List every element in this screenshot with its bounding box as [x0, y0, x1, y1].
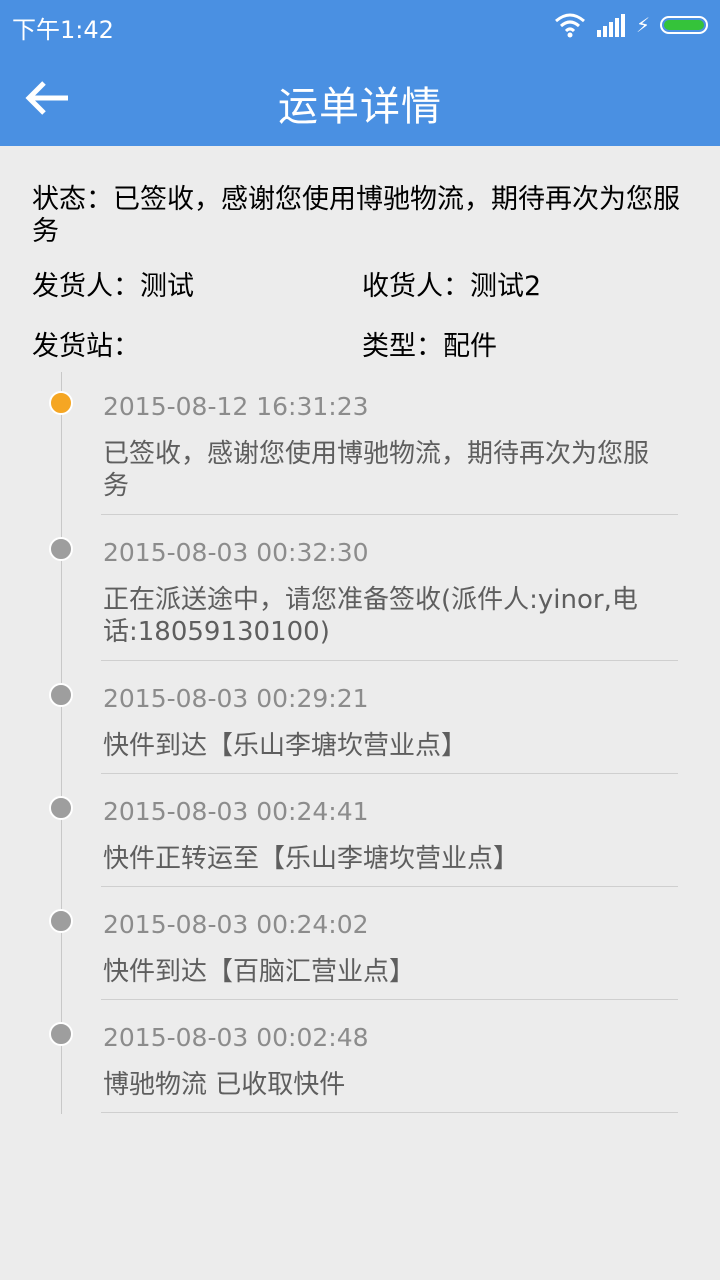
receiver-label: 收货人：测试2 [362, 271, 542, 302]
page-title: 运单详情 [278, 84, 442, 130]
timeline-dot [49, 683, 73, 707]
entry-divider [101, 886, 678, 887]
status-bar: 下午1:42 ⚡ [0, 0, 720, 50]
entry-text: 快件到达【乐山李塘坎营业点】 [103, 731, 468, 761]
entry-time: 2015-08-03 00:32:30 [103, 538, 369, 567]
entry-text: 已签收，感谢您使用博驰物流，期待再次为您服务 [103, 439, 650, 501]
entry-text: 正在派送途中，请您准备签收(派件人:yinor,电话:18059130100) [103, 585, 638, 647]
wifi-icon [554, 13, 585, 38]
station-label: 发货站： [32, 331, 140, 362]
status-text: 状态：已签收，感谢您使用博驰物流，期待再次为您服务 [32, 184, 680, 247]
battery-icon [660, 16, 708, 34]
timeline-dot [49, 537, 73, 561]
shipper-label: 发货人：测试 [32, 271, 194, 302]
entry-time: 2015-08-03 00:24:02 [103, 910, 369, 939]
entry-divider [101, 660, 678, 661]
charging-icon: ⚡ [635, 13, 650, 37]
sender-receiver-row: 发货人：测试 收货人：测试2 [32, 264, 692, 302]
entry-divider [101, 1112, 678, 1113]
status-time: 下午1:42 [12, 16, 114, 44]
status-icons: ⚡ [554, 12, 708, 38]
timeline-dot [49, 796, 73, 820]
timeline-line [61, 372, 62, 1114]
entry-divider [101, 999, 678, 1000]
type-label: 类型：配件 [362, 331, 497, 362]
signal-icon [596, 14, 625, 37]
timeline-dot [49, 1022, 73, 1046]
entry-time: 2015-08-03 00:02:48 [103, 1023, 369, 1052]
timeline-dot-current [49, 391, 73, 415]
entry-time: 2015-08-03 00:24:41 [103, 797, 369, 826]
entry-text: 快件正转运至【乐山李塘坎营业点】 [103, 844, 520, 874]
app-bar: 运单详情 [0, 50, 720, 146]
entry-text: 博驰物流 已收取快件 [103, 1070, 346, 1100]
tracking-timeline: 2015-08-12 16:31:23 已签收，感谢您使用博驰物流，期待再次为您… [0, 372, 720, 1117]
station-type-row: 发货站： 类型：配件 [32, 324, 692, 362]
entry-time: 2015-08-12 16:31:23 [103, 392, 369, 421]
entry-divider [101, 514, 678, 515]
entry-text: 快件到达【百脑汇营业点】 [103, 957, 416, 987]
entry-divider [101, 773, 678, 774]
timeline-dot [49, 909, 73, 933]
entry-time: 2015-08-03 00:29:21 [103, 684, 369, 713]
